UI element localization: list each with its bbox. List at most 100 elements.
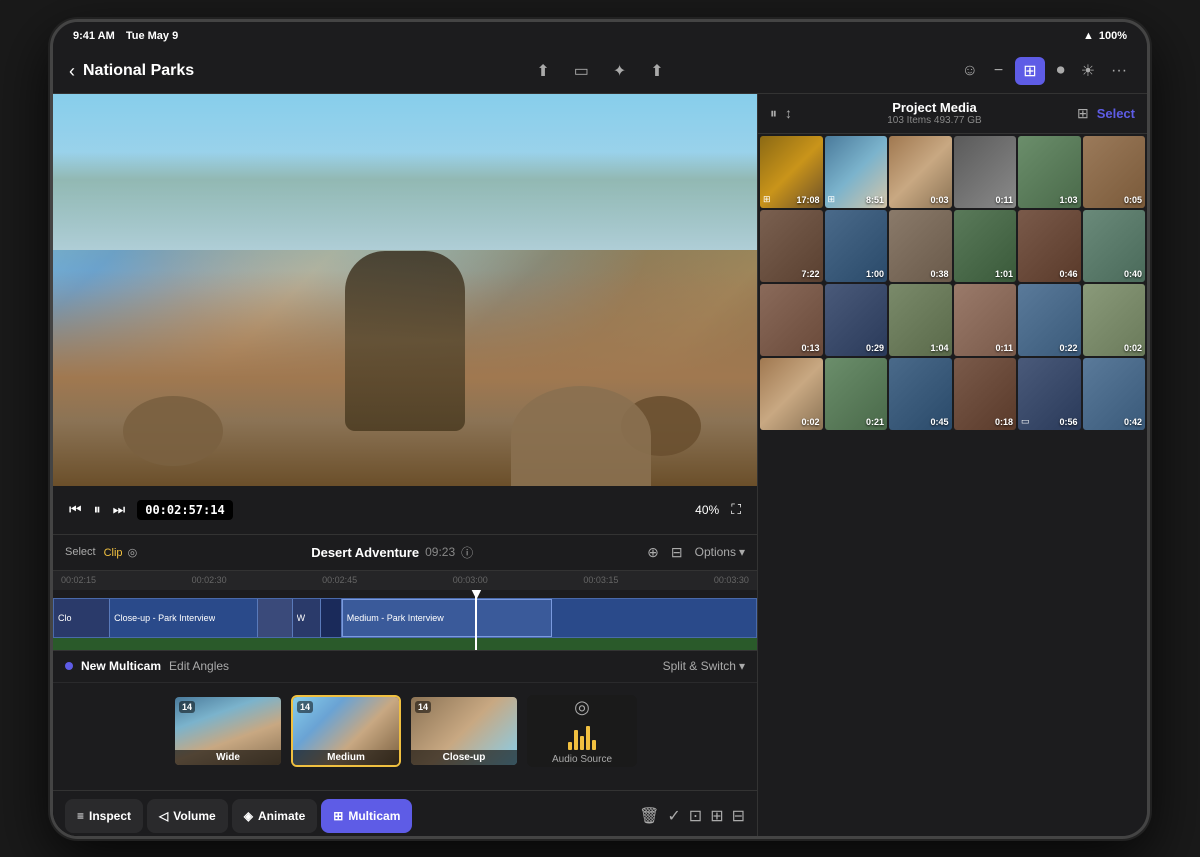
split-switch-button[interactable]: Split & Switch ▾	[663, 659, 745, 673]
edit-angles-button[interactable]: Edit Angles	[169, 659, 229, 673]
animate-button[interactable]: ◈ Animate	[232, 799, 318, 833]
track-clip-5[interactable]: Medium - Park Interview	[342, 599, 553, 637]
multicam-button[interactable]: ⊞ Multicam	[321, 799, 412, 833]
grid-item-2[interactable]: 0:03	[889, 136, 952, 208]
grid-item-11[interactable]: 0:40	[1083, 210, 1146, 282]
audio-bar-3	[580, 736, 584, 750]
media-pause-icon[interactable]: ⏸	[770, 105, 777, 122]
photo-library-icon[interactable]: ⊞	[1015, 57, 1044, 85]
grid-view-icon[interactable]: ⊞	[1077, 105, 1089, 122]
grid-item-10[interactable]: 0:46	[1018, 210, 1081, 282]
delete-button[interactable]: 🗑	[639, 806, 659, 826]
more-icon[interactable]: ···	[1107, 58, 1131, 84]
grid-item-13[interactable]: 0:29	[825, 284, 888, 356]
grid-item-4[interactable]: 1:03	[1018, 136, 1081, 208]
magic-wand-icon[interactable]: ✦	[609, 57, 630, 85]
options-button[interactable]: Options ▾	[695, 545, 745, 559]
clip-label-5: Medium - Park Interview	[347, 613, 444, 623]
media-header-left: ⏸ ↕	[770, 105, 792, 122]
media-select-button[interactable]: Select	[1097, 106, 1135, 121]
info-button[interactable]: ⓘ	[461, 544, 473, 561]
grid-item-icon-1: ⊞	[828, 194, 836, 205]
rewind-button[interactable]: ⏮	[69, 501, 82, 518]
timeline-ruler: 00:02:15 00:02:30 00:02:45 00:03:00 00:0…	[53, 570, 757, 590]
camera-icon[interactable]: ▭	[570, 57, 593, 85]
grid-item-duration-5: 0:05	[1124, 195, 1142, 205]
main-video-track[interactable]: Clo Close-up - Park Interview W	[53, 598, 757, 638]
grid-item-icon-0: ⊞	[763, 194, 771, 205]
audio-source-icon: ◎	[574, 697, 590, 718]
multicam-edit-icon[interactable]: ⊕	[647, 544, 659, 561]
grid-item-5[interactable]: 0:05	[1083, 136, 1146, 208]
grid-item-duration-6: 7:22	[801, 269, 819, 279]
brightness-icon[interactable]: ☀	[1077, 57, 1099, 85]
video-controls-bar: ⏮ ⏸ ⏭ 00:02:57:14 40% ⛶	[53, 486, 757, 534]
grid-item-duration-2: 0:03	[930, 195, 948, 205]
back-button[interactable]: ‹	[69, 61, 75, 82]
grid-item-19[interactable]: 0:21	[825, 358, 888, 430]
fast-forward-button[interactable]: ⏭	[113, 501, 126, 518]
grid-item-1[interactable]: ⊞ 8:51	[825, 136, 888, 208]
grid-item-16[interactable]: 0:22	[1018, 284, 1081, 356]
toolbar-left: ‹ National Parks	[69, 61, 418, 82]
grid-item-12[interactable]: 0:13	[760, 284, 823, 356]
grid-row-0: ⊞ 17:08 ⊞ 8:51 0:03 0:11 1:03	[760, 136, 1145, 208]
grid-item-20[interactable]: 0:45	[889, 358, 952, 430]
media-browser-subtitle: 103 Items 493.77 GB	[887, 115, 982, 126]
timeline-tracks[interactable]: Clo Close-up - Park Interview W	[53, 590, 757, 650]
media-title-area: Project Media 103 Items 493.77 GB	[887, 100, 982, 126]
grid-item-duration-8: 0:38	[930, 269, 948, 279]
check-button[interactable]: ✓	[667, 806, 680, 826]
toolbar-center: ⬆ ▭ ✦ ⬆	[426, 57, 775, 85]
play-pause-button[interactable]: ⏸	[94, 501, 101, 518]
emoji-icon[interactable]: ☺	[958, 58, 982, 84]
grid-item-22[interactable]: ▭ 0:56	[1018, 358, 1081, 430]
volume-button[interactable]: ◁ Volume	[147, 799, 228, 833]
grid-item-18[interactable]: 0:02	[760, 358, 823, 430]
grid-item-17[interactable]: 0:02	[1083, 284, 1146, 356]
grid-item-8[interactable]: 0:38	[889, 210, 952, 282]
grid-item-6[interactable]: 7:22	[760, 210, 823, 282]
split-button[interactable]: ⊡	[689, 806, 702, 826]
cam-closeup-label: Close-up	[411, 750, 517, 765]
grid-item-14[interactable]: 1:04	[889, 284, 952, 356]
copy-button[interactable]: ⊞	[710, 806, 723, 826]
paste-button[interactable]: ⊟	[732, 806, 745, 826]
track-clip-3[interactable]: W	[293, 599, 321, 637]
grid-item-9[interactable]: 1:01	[954, 210, 1017, 282]
cam-thumb-medium[interactable]: 14 Medium	[291, 695, 401, 767]
grid-item-0[interactable]: ⊞ 17:08	[760, 136, 823, 208]
share-icon[interactable]: ⬆	[532, 57, 553, 85]
grid-item-duration-7: 1:00	[866, 269, 884, 279]
grid-item-7[interactable]: 1:00	[825, 210, 888, 282]
fullscreen-button[interactable]: ⛶	[731, 501, 741, 518]
media-header-right: ⊞ Select	[1077, 105, 1135, 122]
status-bar: 9:41 AM Tue May 9 ▲ 100%	[53, 22, 1147, 50]
grid-item-23[interactable]: 0:42	[1083, 358, 1146, 430]
grid-item-15[interactable]: 0:11	[954, 284, 1017, 356]
media-browser-header: ⏸ ↕ Project Media 103 Items 493.77 GB ⊞ …	[758, 94, 1147, 134]
export-icon[interactable]: ⬆	[646, 57, 667, 85]
video-background	[53, 94, 757, 486]
cam-thumb-closeup[interactable]: 14 Close-up	[409, 695, 519, 767]
track-clip-2[interactable]	[258, 599, 293, 637]
track-clip-1[interactable]: Close-up - Park Interview	[110, 599, 257, 637]
timeline-duration: 09:23	[425, 545, 455, 559]
grid-item-duration-0: 17:08	[796, 195, 819, 205]
record-icon[interactable]: ⏺	[1053, 58, 1069, 84]
ruler-mark-5: 00:03:30	[714, 575, 749, 585]
new-multicam-label[interactable]: New Multicam	[81, 659, 161, 673]
inspect-button[interactable]: ≡ Inspect	[65, 799, 143, 833]
audio-source-thumb[interactable]: ◎ Audio Source	[527, 695, 637, 767]
minus-icon[interactable]: −	[990, 58, 1007, 84]
grid-item-3[interactable]: 0:11	[954, 136, 1017, 208]
grid-item-21[interactable]: 0:18	[954, 358, 1017, 430]
audio-bar-5	[592, 740, 596, 750]
track-clip-4[interactable]	[321, 599, 342, 637]
cam-thumb-wide[interactable]: 14 Wide	[173, 695, 283, 767]
media-sort-icon[interactable]: ↕	[785, 105, 792, 121]
multicam-thumbnails: 14 Wide 14 Medium 14 Close-up	[53, 683, 757, 779]
status-right: ▲ 100%	[1083, 30, 1127, 42]
overlay-icon[interactable]: ⊟	[671, 544, 683, 561]
track-clip-0[interactable]: Clo	[54, 599, 110, 637]
